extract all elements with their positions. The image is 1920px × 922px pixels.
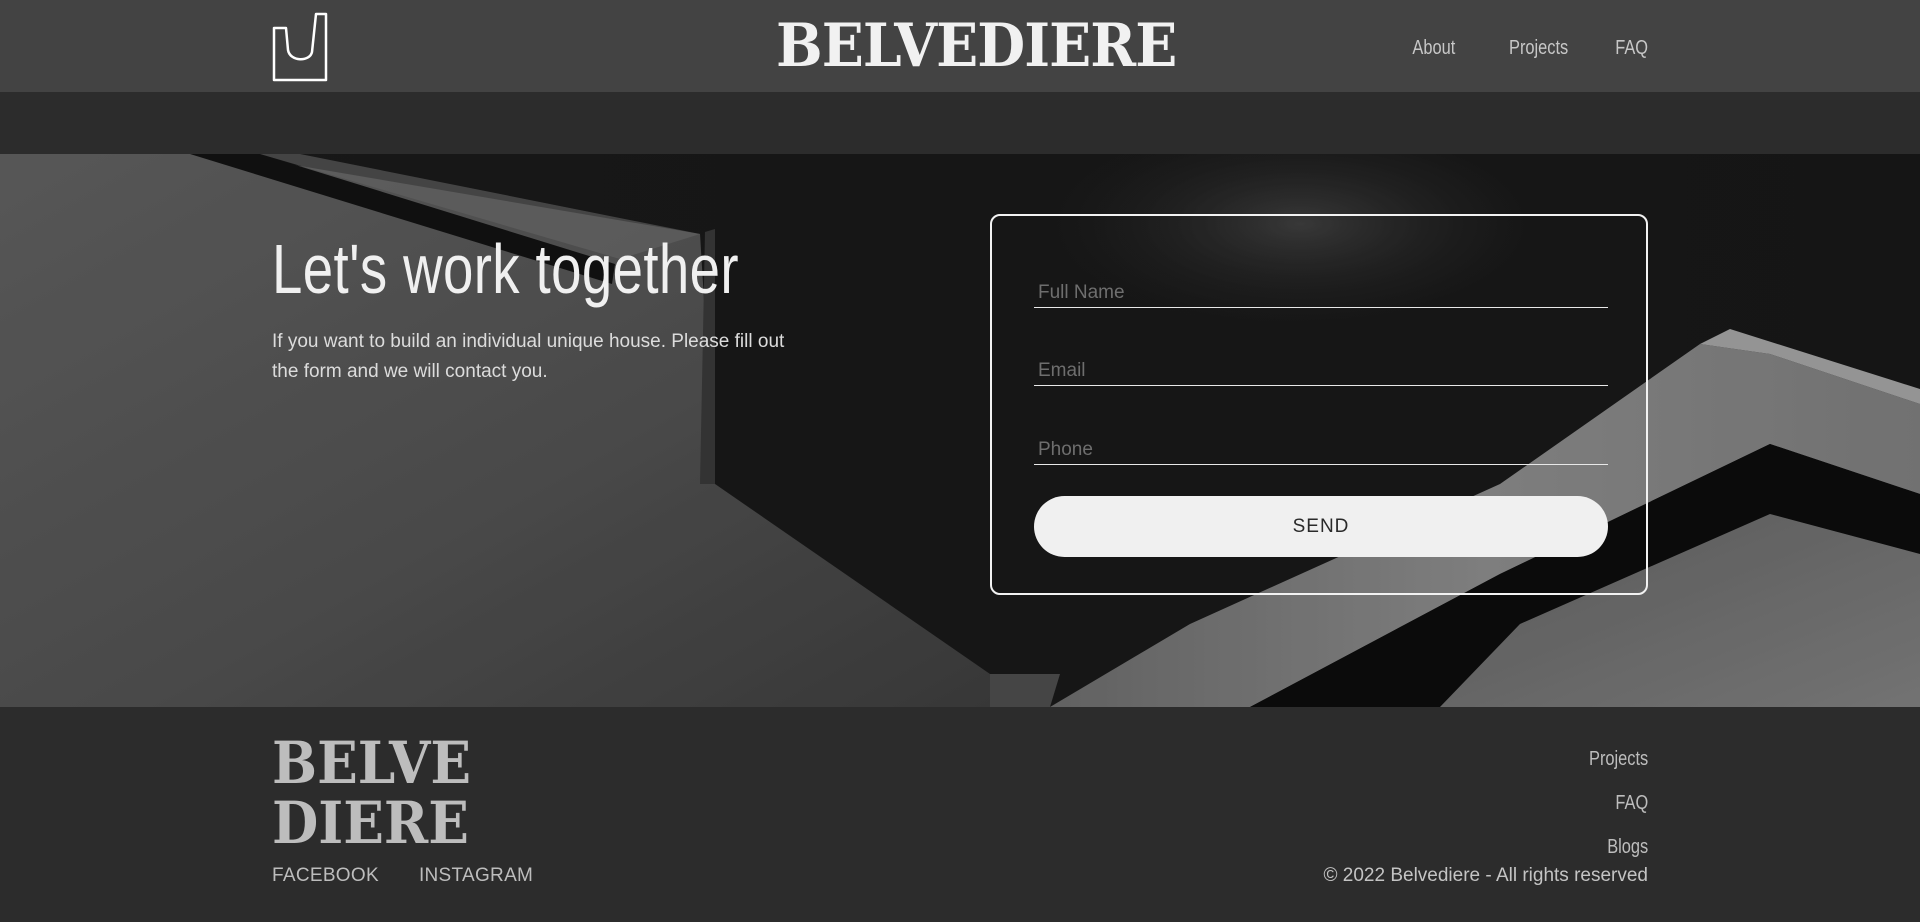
contact-hero: Let's work together If you want to build… (0, 154, 1920, 707)
logo-icon[interactable] (272, 12, 328, 82)
instagram-link[interactable]: INSTAGRAM (419, 865, 533, 887)
send-button[interactable]: SEND (1034, 496, 1608, 557)
full-name-field-wrapper (1034, 268, 1608, 308)
email-field-wrapper (1034, 346, 1608, 386)
hero-description: If you want to build an individual uniqu… (272, 331, 785, 382)
full-name-input[interactable] (1034, 268, 1608, 307)
phone-input[interactable] (1034, 425, 1608, 464)
nav-about[interactable]: About (1413, 28, 1456, 68)
nav-projects[interactable]: Projects (1509, 28, 1568, 68)
site-footer: BELVE DIERE FACEBOOK INSTAGRAM Projects … (0, 707, 1920, 922)
contact-form: SEND (990, 214, 1648, 595)
phone-field-wrapper (1034, 425, 1608, 465)
hero-title: Let's work together (272, 230, 740, 308)
footer-link-projects[interactable]: Projects (1589, 737, 1648, 781)
email-input[interactable] (1034, 346, 1608, 385)
social-links: FACEBOOK INSTAGRAM (272, 865, 533, 887)
footer-link-faq[interactable]: FAQ (1589, 781, 1648, 825)
brand-title[interactable]: BELVEDIERE (776, 6, 1177, 86)
header-spacer (0, 92, 1920, 154)
site-header: BELVEDIERE About Projects FAQ (0, 0, 1920, 92)
nav-faq[interactable]: FAQ (1615, 28, 1648, 68)
copyright-text: © 2022 Belvediere - All rights reserved (1323, 865, 1649, 886)
footer-brand-line2: DIERE (272, 789, 469, 857)
main-nav: About Projects FAQ (1403, 28, 1648, 68)
footer-nav: Projects FAQ Blogs (1576, 737, 1648, 869)
footer-brand[interactable]: BELVE DIERE (272, 733, 471, 853)
facebook-link[interactable]: FACEBOOK (272, 865, 379, 887)
footer-link-blogs[interactable]: Blogs (1589, 825, 1648, 869)
footer-brand-line1: BELVE (272, 729, 472, 797)
